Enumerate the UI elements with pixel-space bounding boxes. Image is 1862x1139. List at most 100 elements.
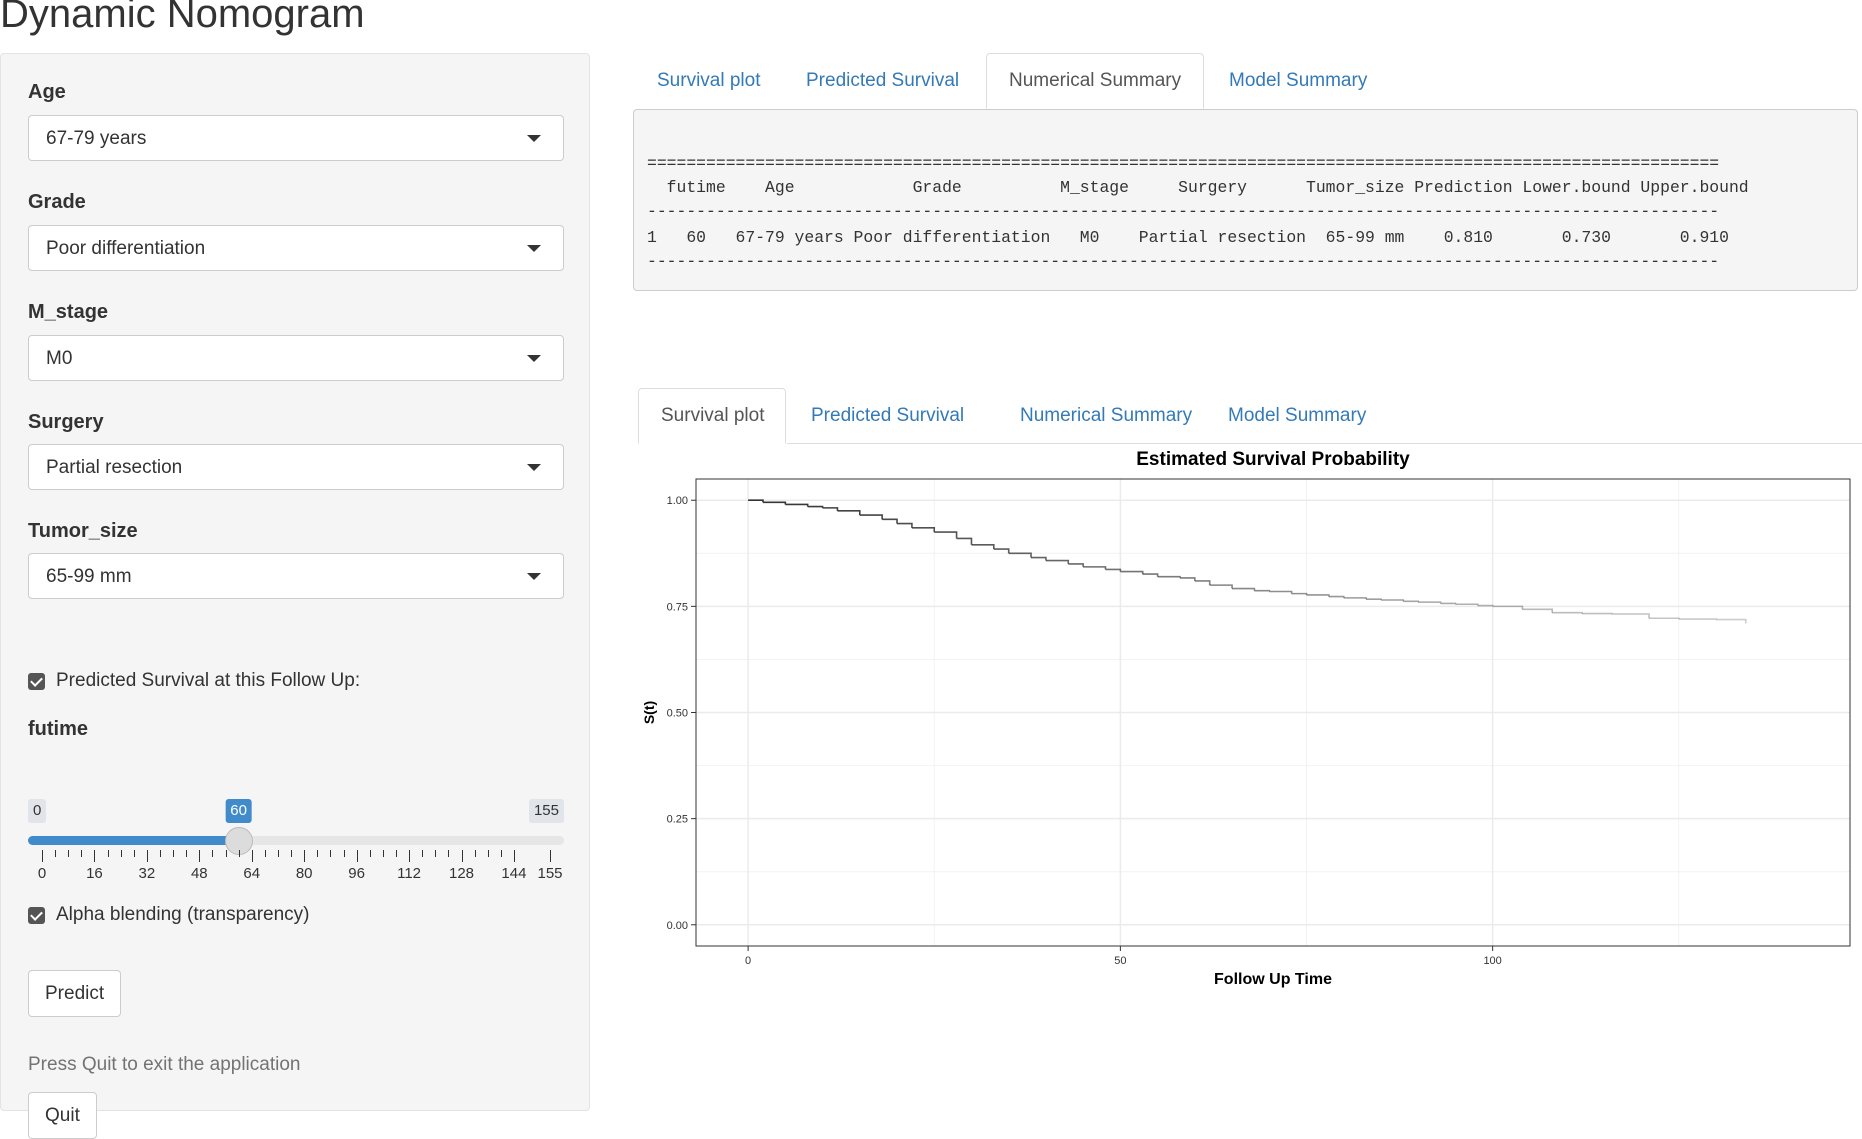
- app-title: Dynamic Nomogram: [0, 0, 365, 37]
- slider-tick: [435, 850, 436, 857]
- m-stage-select-value: M0: [46, 348, 72, 370]
- slider-tick: [396, 850, 397, 857]
- chevron-down-icon: [527, 245, 541, 252]
- sidebar-panel: Age 67-79 years Grade Poor differentiati…: [0, 53, 590, 1111]
- checkbox-checked-icon: [28, 907, 45, 924]
- slider-tick: [134, 850, 135, 857]
- grade-select[interactable]: Poor differentiation: [28, 225, 564, 271]
- surgery-label: Surgery: [28, 411, 104, 434]
- slider-tick-label: 96: [348, 865, 365, 882]
- tab-numerical-summary[interactable]: Numerical Summary: [986, 53, 1204, 109]
- y-axis-label: S(t): [641, 701, 657, 724]
- age-label: Age: [28, 81, 66, 104]
- bottom-tab-bar: Survival plot Predicted Survival Numeric…: [638, 388, 1862, 444]
- slider-tick: [488, 850, 489, 857]
- survival-curve-segment: [1478, 606, 1493, 607]
- tab-model-summary[interactable]: Model Summary: [1206, 388, 1388, 444]
- grade-select-value: Poor differentiation: [46, 238, 205, 260]
- slider-tick: [147, 850, 148, 862]
- alpha-blending-checkbox[interactable]: Alpha blending (transparency): [28, 904, 328, 930]
- slider-tick: [239, 850, 240, 857]
- predicted-survival-checkbox-label: Predicted Survival at this Follow Up:: [56, 670, 360, 692]
- slider-tick-label: 144: [501, 865, 526, 882]
- slider-tick-label: 155: [537, 865, 562, 882]
- summary-header: futime Age Grade M_stage Surgery Tumor_s…: [647, 178, 1749, 198]
- slider-tick-label: 0: [38, 865, 46, 882]
- chevron-down-icon: [527, 464, 541, 471]
- quit-button[interactable]: Quit: [28, 1092, 97, 1139]
- slider-tick: [550, 850, 551, 862]
- slider-tick: [42, 850, 43, 862]
- grade-label: Grade: [28, 191, 86, 214]
- summary-rule: ========================================…: [647, 154, 1719, 174]
- tab-survival-plot[interactable]: Survival plot: [638, 388, 786, 444]
- slider-tick: [409, 850, 410, 862]
- slider-tick-label: 16: [86, 865, 103, 882]
- slider-tick: [265, 850, 266, 857]
- survival-curve-segment: [1366, 599, 1381, 600]
- slider-tick: [121, 850, 122, 857]
- slider-tick-label: 48: [191, 865, 208, 882]
- predicted-survival-checkbox[interactable]: Predicted Survival at this Follow Up:: [28, 670, 388, 696]
- slider-tick: [68, 850, 69, 857]
- y-tick-label: 0.00: [667, 920, 688, 932]
- slider-tick: [422, 850, 423, 857]
- slider-tick: [81, 850, 82, 857]
- slider-fill: [28, 836, 239, 845]
- tab-numerical-summary[interactable]: Numerical Summary: [998, 388, 1214, 444]
- slider-tick: [186, 850, 187, 857]
- predict-button[interactable]: Predict: [28, 970, 121, 1017]
- survival-curve-segment: [1649, 618, 1679, 619]
- survival-curve-segment: [1254, 591, 1269, 592]
- tumor-size-select[interactable]: 65-99 mm: [28, 553, 564, 599]
- age-select[interactable]: 67-79 years: [28, 115, 564, 161]
- slider-tick: [370, 850, 371, 857]
- slider-tick: [475, 850, 476, 857]
- slider-tick: [514, 850, 515, 862]
- slider-tick-label: 32: [139, 865, 156, 882]
- y-tick-label: 0.25: [667, 814, 688, 826]
- tab-survival-plot[interactable]: Survival plot: [635, 53, 783, 109]
- slider-tick: [304, 850, 305, 862]
- slider-tick-label: 80: [296, 865, 313, 882]
- slider-value-label: 60: [225, 799, 252, 823]
- numerical-summary-output: ========================================…: [633, 109, 1858, 291]
- tab-predicted-survival[interactable]: Predicted Survival: [784, 53, 981, 109]
- survival-curve-segment: [1552, 613, 1582, 614]
- slider-tick: [448, 850, 449, 857]
- tab-bar-border: [787, 443, 1862, 444]
- survival-curve-segment: [1441, 603, 1456, 604]
- slider-tick: [330, 850, 331, 857]
- alpha-blending-checkbox-label: Alpha blending (transparency): [56, 904, 310, 926]
- survival-curve-segment: [1403, 601, 1418, 602]
- m-stage-select[interactable]: M0: [28, 335, 564, 381]
- age-select-value: 67-79 years: [46, 128, 146, 150]
- slider-tick-label: 64: [243, 865, 260, 882]
- summary-rule: ----------------------------------------…: [647, 252, 1719, 272]
- summary-row: 1 60 67-79 years Poor differentiation M0…: [647, 228, 1729, 248]
- y-tick-label: 0.50: [667, 708, 688, 720]
- tab-predicted-survival[interactable]: Predicted Survival: [789, 388, 986, 444]
- futime-slider[interactable]: 0 155 60 0163248648096112128144155: [28, 799, 564, 879]
- surgery-select[interactable]: Partial resection: [28, 444, 564, 490]
- checkbox-checked-icon: [28, 673, 45, 690]
- tumor-size-select-value: 65-99 mm: [46, 566, 132, 588]
- slider-tick: [108, 850, 109, 857]
- tumor-size-label: Tumor_size: [28, 520, 138, 543]
- x-tick-label: 50: [1114, 955, 1126, 967]
- slider-tick: [462, 850, 463, 862]
- tab-model-summary[interactable]: Model Summary: [1207, 53, 1389, 109]
- slider-tick-label: 128: [449, 865, 474, 882]
- slider-tick: [226, 850, 227, 857]
- survival-plot: 0501000.000.250.500.751.00Estimated Surv…: [636, 445, 1862, 995]
- slider-tick: [252, 850, 253, 862]
- summary-rule: ----------------------------------------…: [647, 202, 1719, 222]
- slider-tick: [199, 850, 200, 862]
- chevron-down-icon: [527, 135, 541, 142]
- surgery-select-value: Partial resection: [46, 457, 182, 479]
- slider-tick: [94, 850, 95, 862]
- y-tick-label: 1.00: [667, 495, 688, 507]
- slider-tick: [173, 850, 174, 857]
- slider-max-label: 155: [529, 799, 564, 823]
- slider-tick: [212, 850, 213, 857]
